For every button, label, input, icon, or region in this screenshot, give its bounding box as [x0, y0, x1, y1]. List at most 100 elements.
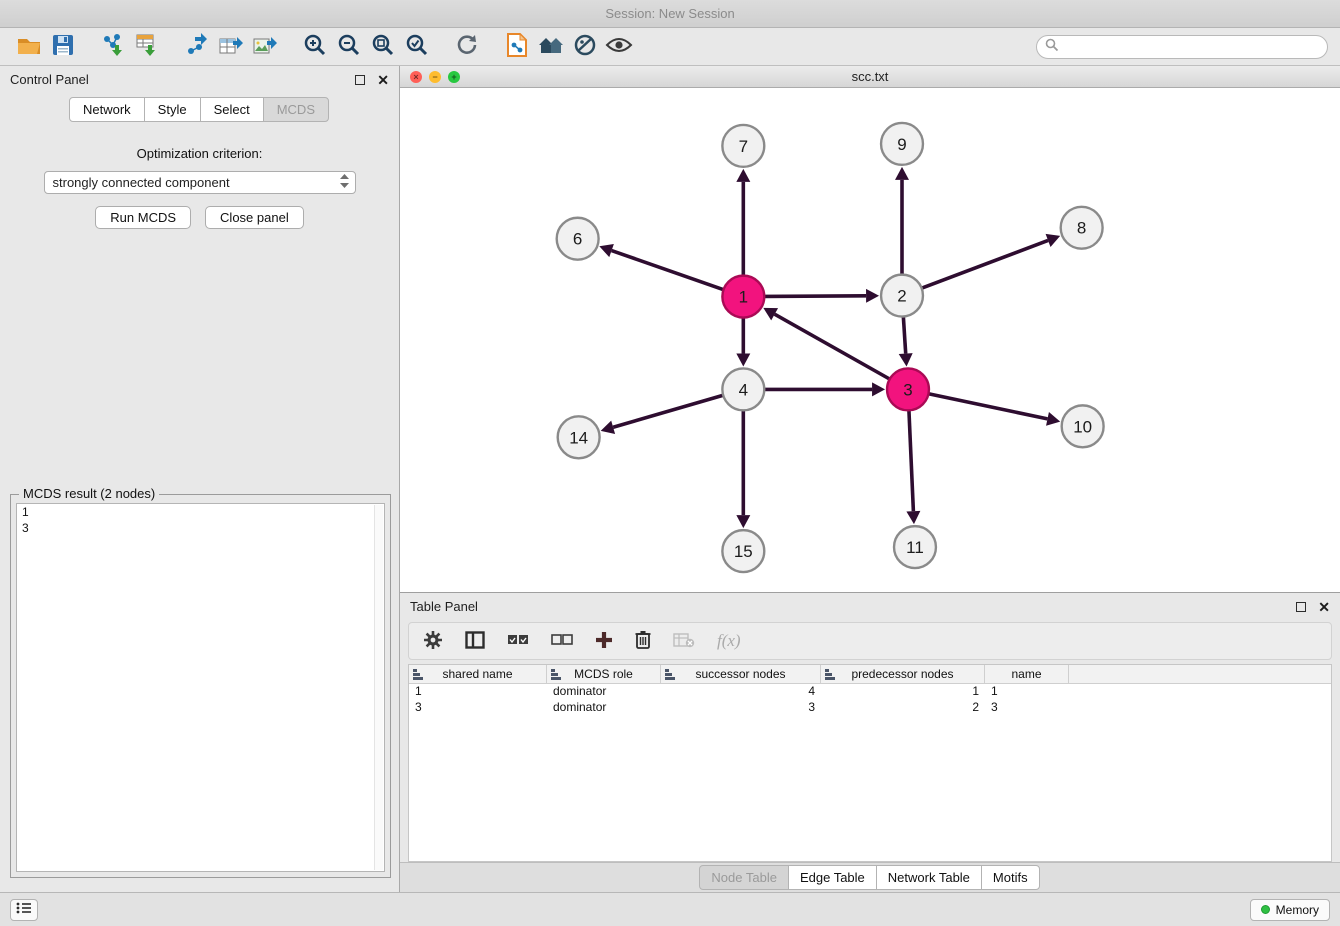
graph-edge-1-6[interactable] [612, 251, 724, 290]
save-session-button[interactable] [46, 32, 80, 62]
close-table-panel-icon[interactable]: ✕ [1318, 602, 1330, 612]
cell-shared-name[interactable]: 1 [409, 684, 547, 700]
zoom-fit-button[interactable] [366, 32, 400, 62]
plus-icon [595, 631, 613, 652]
columns-icon [465, 631, 485, 652]
column-header-successor-nodes[interactable]: successor nodes [661, 665, 821, 683]
graph-edge-3-10[interactable] [928, 394, 1047, 419]
graph-edge-2-3[interactable] [903, 317, 905, 354]
refresh-layout-button[interactable] [450, 32, 484, 62]
tab-mcds[interactable]: MCDS [263, 97, 329, 122]
close-panel-button[interactable]: Close panel [205, 206, 304, 229]
column-header-name[interactable]: name [985, 665, 1069, 683]
zoom-fit-icon [371, 33, 395, 60]
network-file-button[interactable] [500, 32, 534, 62]
style-paint-button[interactable] [568, 32, 602, 62]
run-mcds-button[interactable]: Run MCDS [95, 206, 191, 229]
control-panel-tabs: Network Style Select MCDS [0, 97, 399, 122]
gear-icon [423, 630, 443, 653]
export-table-button[interactable] [214, 32, 248, 62]
minimize-window-icon[interactable]: − [429, 71, 441, 83]
column-label: successor nodes [695, 667, 785, 681]
show-hide-button[interactable] [602, 32, 636, 62]
tab-node-table[interactable]: Node Table [699, 865, 789, 890]
close-panel-icon[interactable]: ✕ [377, 75, 389, 85]
open-session-button[interactable] [12, 32, 46, 62]
tab-edge-table[interactable]: Edge Table [788, 865, 877, 890]
zoom-selected-button[interactable] [400, 32, 434, 62]
column-header-shared-name[interactable]: shared name [409, 665, 547, 683]
graph-edge-3-1[interactable] [775, 314, 890, 379]
graph-edge-2-8[interactable] [922, 240, 1048, 288]
graph-edge-3-11[interactable] [909, 410, 913, 511]
result-scrollbar[interactable] [374, 505, 383, 870]
cell-successor-nodes[interactable]: 4 [661, 684, 821, 700]
export-image-button[interactable] [248, 32, 282, 62]
cell-predecessor-nodes[interactable]: 2 [821, 700, 985, 716]
table-panel-title: Table Panel [410, 599, 478, 614]
cell-mcds-role[interactable]: dominator [547, 684, 661, 700]
search-input[interactable] [1059, 40, 1319, 54]
cell-name[interactable]: 1 [985, 684, 1069, 700]
export-network-button[interactable] [180, 32, 214, 62]
graph-edge-1-2[interactable] [764, 296, 866, 297]
table-row[interactable]: 1 dominator 4 1 1 [409, 684, 1331, 700]
network-canvas[interactable]: 7968124314101511 [400, 88, 1340, 592]
graph-node-label: 1 [739, 288, 748, 307]
eye-icon [605, 35, 633, 58]
mcds-result-list[interactable]: 1 3 [16, 503, 385, 872]
zoom-in-button[interactable] [298, 32, 332, 62]
home-button[interactable] [534, 32, 568, 62]
graph-node-label: 11 [906, 538, 924, 557]
graph-edge-arrowhead [736, 169, 750, 182]
search-box [1036, 35, 1328, 59]
column-header-mcds-role[interactable]: MCDS role [547, 665, 661, 683]
main-area: Control Panel ✕ Network Style Select MCD… [0, 66, 1340, 892]
column-label: shared name [442, 667, 512, 681]
maximize-window-icon[interactable]: + [448, 71, 460, 83]
cell-successor-nodes[interactable]: 3 [661, 700, 821, 716]
zoom-out-button[interactable] [332, 32, 366, 62]
optimization-criterion-label: Optimization criterion: [0, 146, 399, 161]
cell-mcds-role[interactable]: dominator [547, 700, 661, 716]
task-history-button[interactable] [10, 899, 38, 921]
column-header-predecessor-nodes[interactable]: predecessor nodes [821, 665, 985, 683]
zoom-selected-icon [405, 33, 429, 60]
delete-table-button[interactable] [673, 632, 695, 651]
select-stepper-icon [338, 173, 351, 192]
network-window-titlebar[interactable]: × − + scc.txt [400, 66, 1340, 88]
criterion-select[interactable]: strongly connected component [44, 171, 356, 194]
table-toolbar: f(x) [408, 622, 1332, 660]
tab-select[interactable]: Select [200, 97, 264, 122]
home-icon [537, 34, 565, 59]
style-paint-icon [573, 33, 597, 60]
cell-predecessor-nodes[interactable]: 1 [821, 684, 985, 700]
table-row[interactable]: 3 dominator 3 2 3 [409, 700, 1331, 716]
import-table-button[interactable] [130, 32, 164, 62]
float-table-panel-icon[interactable] [1296, 602, 1306, 612]
function-builder-button[interactable]: f(x) [717, 631, 741, 651]
close-window-icon[interactable]: × [410, 71, 422, 83]
cell-shared-name[interactable]: 3 [409, 700, 547, 716]
tab-network[interactable]: Network [69, 97, 145, 122]
import-network-button[interactable] [96, 32, 130, 62]
show-columns-button[interactable] [465, 631, 485, 652]
mcds-result-group: MCDS result (2 nodes) 1 3 [10, 494, 391, 878]
add-column-button[interactable] [595, 631, 613, 652]
table-settings-button[interactable] [423, 630, 443, 653]
control-panel-title: Control Panel [10, 72, 89, 87]
float-panel-icon[interactable] [355, 75, 365, 85]
memory-button[interactable]: Memory [1250, 899, 1330, 921]
tab-motifs[interactable]: Motifs [981, 865, 1040, 890]
refresh-icon [455, 33, 479, 60]
graph-edge-arrowhead [872, 382, 885, 396]
delete-column-button[interactable] [635, 630, 651, 652]
graph-edge-4-14[interactable] [613, 395, 723, 427]
tab-style[interactable]: Style [144, 97, 201, 122]
cell-name[interactable]: 3 [985, 700, 1069, 716]
window-controls: × − + [410, 71, 460, 83]
select-all-button[interactable] [507, 634, 529, 649]
deselect-all-button[interactable] [551, 634, 573, 649]
window-titlebar[interactable]: Session: New Session [0, 0, 1340, 28]
tab-network-table[interactable]: Network Table [876, 865, 982, 890]
